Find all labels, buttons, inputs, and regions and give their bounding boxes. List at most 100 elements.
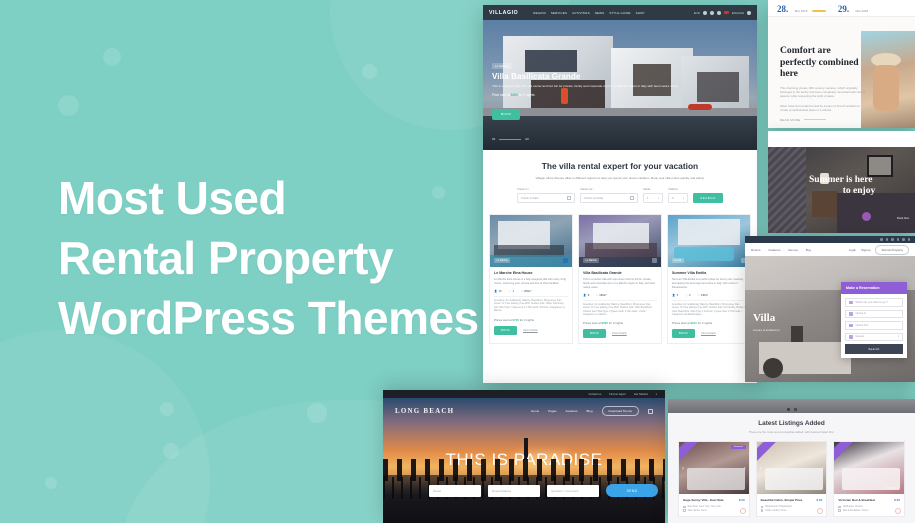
nav-item-news[interactable]: NEWS	[595, 11, 604, 15]
facebook-icon[interactable]	[716, 10, 721, 15]
checkout-input[interactable]: Check Out	[845, 321, 903, 330]
prev-arrow-icon[interactable]: ‹	[682, 466, 684, 472]
name-input[interactable]: Name	[429, 484, 481, 497]
nav-item-features[interactable]: Features	[769, 248, 781, 252]
reservation-navbar: Rooms Features Demos Buy Login Signup Su…	[745, 243, 915, 256]
favorite-icon[interactable]	[895, 508, 902, 515]
listing-title[interactable]: Huge Sunny Villa - East Side	[683, 498, 724, 502]
date-entry[interactable]: 28. Mar 2018	[777, 0, 826, 17]
property-card[interactable]: Le Marche Le Marche Etna House Le Marche…	[489, 214, 573, 345]
topbar-contact[interactable]: Contact us	[588, 393, 601, 396]
book-button[interactable]: BOOK	[672, 329, 695, 339]
nav-item-activities[interactable]: ACTIVITIES	[572, 11, 590, 15]
social-icon[interactable]	[896, 238, 899, 241]
comfort-read-more-link[interactable]: READ MORE	[780, 118, 866, 122]
villagio-logo[interactable]: VILLAGIO	[489, 10, 518, 16]
favorite-icon[interactable]	[739, 508, 746, 515]
property-card[interactable]: Le Marche Villa Basilicata Grande This i…	[578, 214, 662, 345]
destination-input[interactable]: Where do you want to go ?	[845, 298, 903, 307]
instagram-icon[interactable]	[709, 10, 714, 15]
slider-dot[interactable]	[793, 408, 797, 411]
signup-link[interactable]: Signup	[861, 248, 870, 252]
chevron-down-icon[interactable]: ▾	[656, 392, 657, 396]
social-icon[interactable]	[907, 238, 910, 241]
children-stepper[interactable]: 0 ▾	[668, 193, 688, 204]
play-badge-icon[interactable]	[862, 212, 871, 221]
prev-arrow-icon[interactable]: ‹	[760, 466, 762, 472]
summer-topbar	[768, 131, 915, 147]
nav-item-style-guide[interactable]: STYLE GUIDE	[609, 11, 630, 15]
social-icon[interactable]	[902, 238, 905, 241]
submit-property-button[interactable]: Submit Property	[875, 244, 909, 255]
checkout-input[interactable]: Check out Date	[580, 193, 638, 204]
chevron-down-icon[interactable]: ▾	[683, 197, 684, 200]
view-details-link[interactable]: View Details	[612, 332, 627, 335]
reservation-topbar	[745, 236, 915, 243]
nav-item-blog[interactable]: Blog	[587, 409, 593, 413]
language-label[interactable]: ENGLISH	[732, 11, 744, 15]
login-link[interactable]: Login	[849, 248, 856, 252]
email-input[interactable]: Email Address	[488, 484, 540, 497]
nav-item-buy[interactable]: Buy	[806, 248, 811, 252]
view-details-link[interactable]: View Details	[523, 329, 538, 332]
calendar-icon[interactable]	[630, 196, 634, 201]
book-button[interactable]: BOOK	[583, 329, 606, 339]
nav-item-shop[interactable]: SHOP	[636, 11, 645, 15]
property-title[interactable]: Villa Basilicata Grande	[583, 271, 657, 275]
guests-select[interactable]: Guests ▾	[845, 332, 903, 341]
social-icon[interactable]	[880, 238, 883, 241]
hero-slider-counter[interactable]: 01 03	[492, 137, 529, 141]
favorite-icon[interactable]	[817, 508, 824, 515]
chevron-down-icon[interactable]: ▾	[658, 197, 659, 200]
pin-icon	[838, 505, 841, 509]
next-arrow-icon[interactable]: ›	[821, 466, 823, 472]
listing-card[interactable]: Featured ‹ › Huge Sunny Villa - East Sid…	[678, 441, 750, 518]
checkin-input[interactable]: Check in Date	[517, 193, 575, 204]
favorite-icon[interactable]	[563, 258, 568, 264]
listing-title[interactable]: Beautiful Cabin, Simple Price	[761, 498, 803, 502]
topbar-get-started[interactable]: Get Started	[634, 393, 648, 396]
nav-item-pages[interactable]: Pages	[548, 409, 557, 413]
cart-icon[interactable]	[648, 408, 653, 414]
view-details-link[interactable]: View Details	[701, 332, 716, 335]
listing-card[interactable]: ‹ › Beautiful Cabin, Simple Price $ 64 B…	[755, 441, 828, 518]
slider-dot-active[interactable]	[786, 408, 790, 411]
favorite-icon[interactable]	[652, 258, 657, 264]
social-icon[interactable]	[885, 238, 888, 241]
reservation-search-button[interactable]: Search	[845, 344, 903, 354]
nav-item-home[interactable]: Home	[531, 409, 539, 413]
nav-item-region[interactable]: REGION	[533, 11, 546, 15]
twitter-icon[interactable]	[702, 10, 707, 15]
property-title[interactable]: Le Marche Etna House	[494, 271, 568, 275]
search-icon[interactable]	[747, 10, 751, 15]
download-theme-button[interactable]: Download Theme	[601, 406, 639, 416]
checkin-input[interactable]: Check in	[845, 309, 903, 318]
search-section-title: The villa rental expert for your vacatio…	[541, 161, 699, 171]
send-button[interactable]: SEND	[606, 484, 658, 497]
property-title[interactable]: Summer Villa Emilia	[672, 271, 746, 275]
chevron-down-icon[interactable]: ▾	[898, 335, 899, 338]
date-label: Mar 2018	[855, 9, 869, 13]
background-blob	[0, 330, 210, 523]
listing-card[interactable]: ★★★☆☆ Victorian Bed & Breakfast $ 65 Wel…	[833, 441, 906, 518]
nav-item-services[interactable]: SERVICES	[551, 11, 567, 15]
next-arrow-icon[interactable]: ›	[744, 466, 746, 472]
hero-book-button[interactable]: BOOK	[492, 108, 521, 120]
topbar-find-agent[interactable]: Find an Agent	[609, 393, 626, 396]
search-submit-button[interactable]: SEARCH	[693, 193, 723, 204]
date-entry[interactable]: 29. Mar 2018	[838, 0, 868, 17]
social-icon[interactable]	[891, 238, 894, 241]
pin-icon	[683, 505, 686, 509]
question-input[interactable]: Question / Comment	[547, 484, 599, 497]
property-card[interactable]: Emilia Summer Villa Emilia Summer Villa …	[667, 214, 751, 345]
listing-title[interactable]: Victorian Bed & Breakfast	[838, 498, 875, 502]
longbeach-logo[interactable]: LONG BEACH	[395, 407, 454, 415]
currency-label[interactable]: EUR	[694, 11, 700, 15]
adults-stepper[interactable]: 1 ▾	[643, 193, 663, 204]
nav-item-rooms[interactable]: Rooms	[751, 248, 761, 252]
book-button[interactable]: BOOK	[494, 325, 517, 335]
slider-dots[interactable]	[668, 408, 915, 411]
nav-item-features[interactable]: Features	[566, 409, 578, 413]
calendar-icon[interactable]	[567, 196, 571, 201]
nav-item-demos[interactable]: Demos	[788, 248, 798, 252]
